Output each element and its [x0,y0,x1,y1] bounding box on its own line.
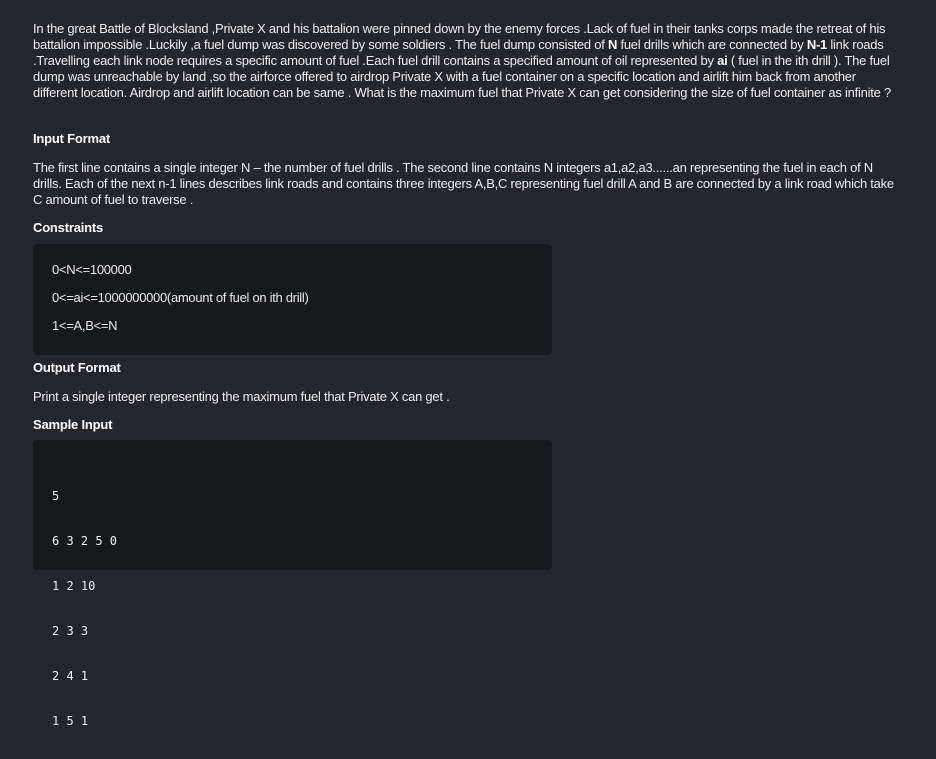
constraint-item: 0<=ai<=1000000000(amount of fuel on ith … [52,290,309,305]
sample-input-line: 1 2 10 [52,579,96,593]
input-format-text: The first line contains a single integer… [33,160,894,207]
statement-bold-ai: ai [717,53,728,68]
statement-part2: fuel drills which are connected by [617,37,807,52]
constraint-item: 0<N<=100000 [52,262,132,277]
problem-statement: In the great Battle of Blocksland ,Priva… [33,21,901,101]
sample-input-line: 6 3 2 5 0 [52,534,118,548]
statement-bold-n1: N-1 [806,37,828,52]
sample-input-line: 5 [52,489,60,503]
input-format-title: Input Format [33,131,111,146]
sample-input-line: 2 4 1 [52,669,89,683]
sample-input-title: Sample Input [33,417,113,432]
output-format-title: Output Format [33,360,121,375]
sample-input-box: 5 6 3 2 5 0 1 2 10 2 3 3 2 4 1 1 5 1 [33,440,552,728]
constraint-item: 1<=A,B<=N [52,318,118,333]
sample-input-code: 5 6 3 2 5 0 1 2 10 2 3 3 2 4 1 1 5 1 [52,459,117,759]
constraints-title: Constraints [33,220,104,235]
output-format-text: Print a single integer representing the … [33,389,450,404]
sample-input-line: 2 3 3 [52,624,89,638]
statement-bold-n: N [607,37,618,52]
sample-input-line: 1 5 1 [52,714,89,728]
constraints-box: 0<N<=100000 0<=ai<=1000000000(amount of … [33,244,552,355]
